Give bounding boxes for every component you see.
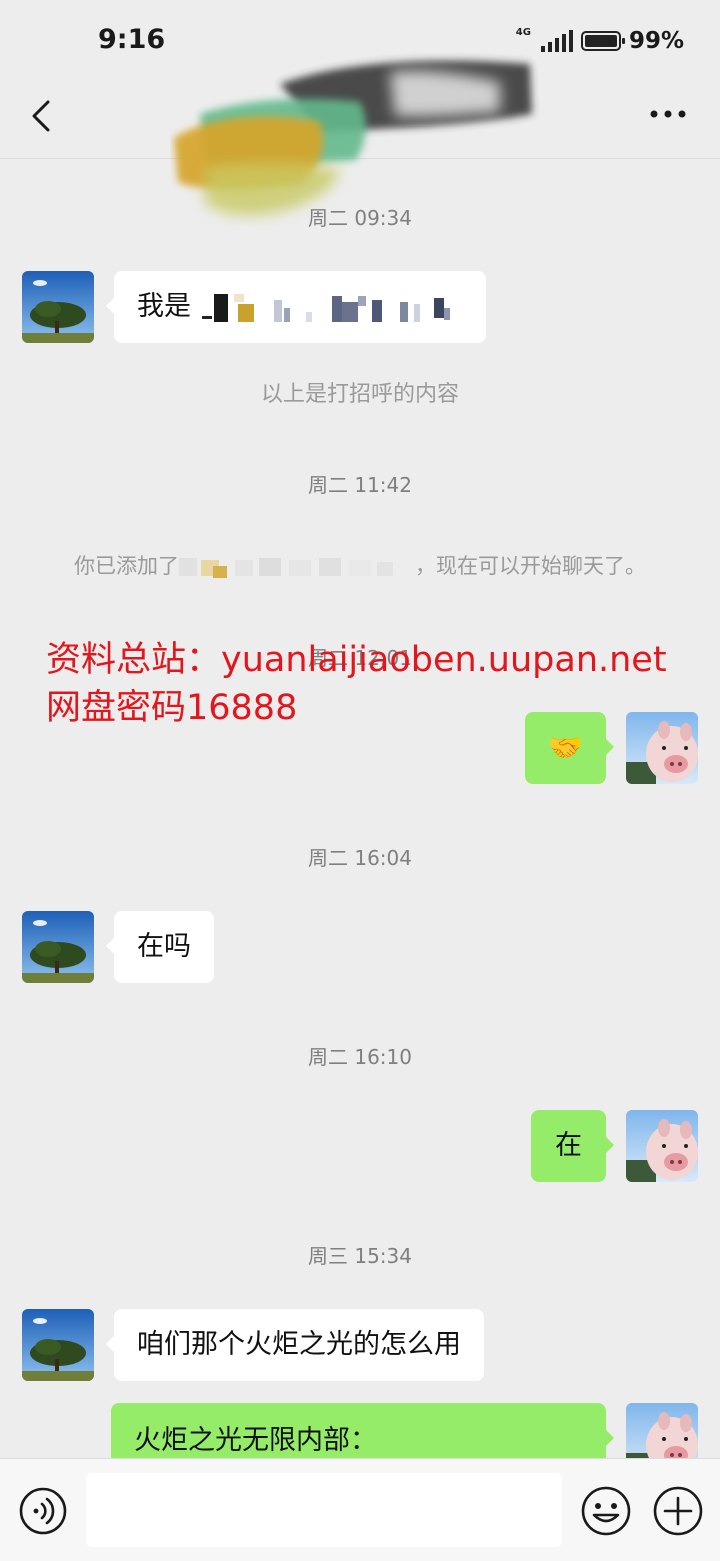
redacted-text-pixels (201, 293, 450, 322)
status-icons: 4G 99% (515, 27, 684, 55)
message-bubble-received[interactable]: 咱们那个火炬之光的怎么用 (106, 1309, 484, 1381)
emoji-icon[interactable] (580, 1485, 632, 1537)
redacted-contact-name (179, 558, 393, 578)
signal-icon (540, 30, 573, 52)
message-bubble-sent[interactable]: 在 (531, 1110, 614, 1182)
message-bubble-sent[interactable]: 🤝 (525, 712, 614, 784)
network-label: 4G (515, 27, 531, 38)
avatar-contact[interactable] (22, 1309, 94, 1381)
watermark-line: 资料总站：yuanlaijiaoben.uupan.net (46, 640, 667, 680)
system-note-suffix: ，现在可以开始聊天了。 (415, 554, 646, 578)
message-text: 在吗 (137, 931, 191, 962)
timestamp: 周二 09:34 (308, 206, 412, 230)
message-text: 我是 (137, 291, 191, 322)
more-dots-icon[interactable] (648, 108, 688, 120)
message-bubble-received[interactable]: 我是 (106, 271, 486, 343)
chat-input-bar (0, 1458, 720, 1561)
voice-icon[interactable] (18, 1486, 68, 1536)
avatar-self[interactable] (626, 1110, 698, 1182)
timestamp: 周二 16:10 (308, 1045, 412, 1069)
avatar-contact[interactable] (22, 911, 94, 983)
timestamp: 周二 11:42 (308, 473, 412, 497)
status-time: 9:16 (98, 24, 166, 55)
message-text: 火炬之光无限内部： (134, 1425, 377, 1456)
system-note-greeting: 以上是打招呼的内容 (260, 382, 459, 407)
message-bubble-received[interactable]: 在吗 (106, 911, 214, 983)
avatar-contact[interactable] (22, 271, 94, 343)
handshake-emoji: 🤝 (548, 731, 583, 764)
timestamp: 周二 16:04 (308, 846, 412, 870)
battery-level (584, 35, 617, 47)
chevron-left-icon[interactable] (26, 98, 62, 134)
message-text: 在 (555, 1130, 582, 1161)
timestamp: 周三 15:34 (308, 1244, 412, 1268)
message-input[interactable] (86, 1473, 562, 1547)
plus-icon[interactable] (652, 1485, 704, 1537)
avatar-self[interactable] (626, 712, 698, 784)
system-note-prefix: 你已添加了 (74, 554, 179, 578)
message-text: 咱们那个火炬之光的怎么用 (137, 1329, 461, 1360)
battery-icon (580, 31, 625, 51)
system-note-added: 你已添加了 ，现在可以开始聊天了。 (0, 550, 720, 580)
battery-percent: 99% (628, 28, 684, 54)
